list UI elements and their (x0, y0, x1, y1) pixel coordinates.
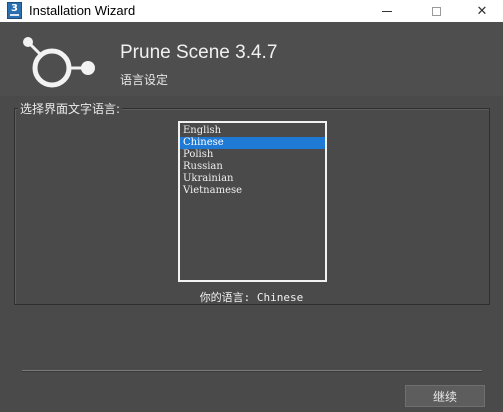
app-icon: 3 (7, 2, 22, 19)
maximize-icon (431, 6, 441, 16)
page-subtitle: 语言设定 (120, 73, 169, 87)
language-option-vietnamese[interactable]: Vietnamese (180, 185, 325, 197)
language-option-polish[interactable]: Polish (180, 149, 325, 161)
title-bar: 3 Installation Wizard ✕ (0, 0, 503, 22)
language-option-ukrainian[interactable]: Ukrainian (180, 173, 325, 185)
product-name: Prune Scene 3.4.7 (120, 42, 278, 63)
minimize-button[interactable] (364, 0, 410, 22)
app-icon-label: 3 (11, 3, 18, 14)
language-group-label: 选择界面文字语言: (18, 100, 123, 117)
maximize-button[interactable] (413, 0, 459, 22)
wizard-header: Prune Scene 3.4.7 语言设定 (0, 22, 503, 96)
window-title: Installation Wizard (29, 3, 136, 18)
minimize-icon (382, 10, 392, 12)
language-option-english[interactable]: English (180, 125, 325, 137)
footer-divider-shadow (22, 371, 482, 372)
language-listbox[interactable]: English Chinese Polish Russian Ukrainian… (178, 121, 327, 282)
close-icon: ✕ (476, 3, 488, 19)
prune-logo-icon (23, 37, 95, 88)
language-option-russian[interactable]: Russian (180, 161, 325, 173)
continue-button-label: 继续 (432, 389, 457, 404)
current-language-label: 你的语言: Chinese (199, 291, 304, 304)
language-option-chinese[interactable]: Chinese (180, 137, 325, 149)
continue-button[interactable]: 继续 (405, 385, 485, 407)
close-button[interactable]: ✕ (459, 0, 503, 22)
